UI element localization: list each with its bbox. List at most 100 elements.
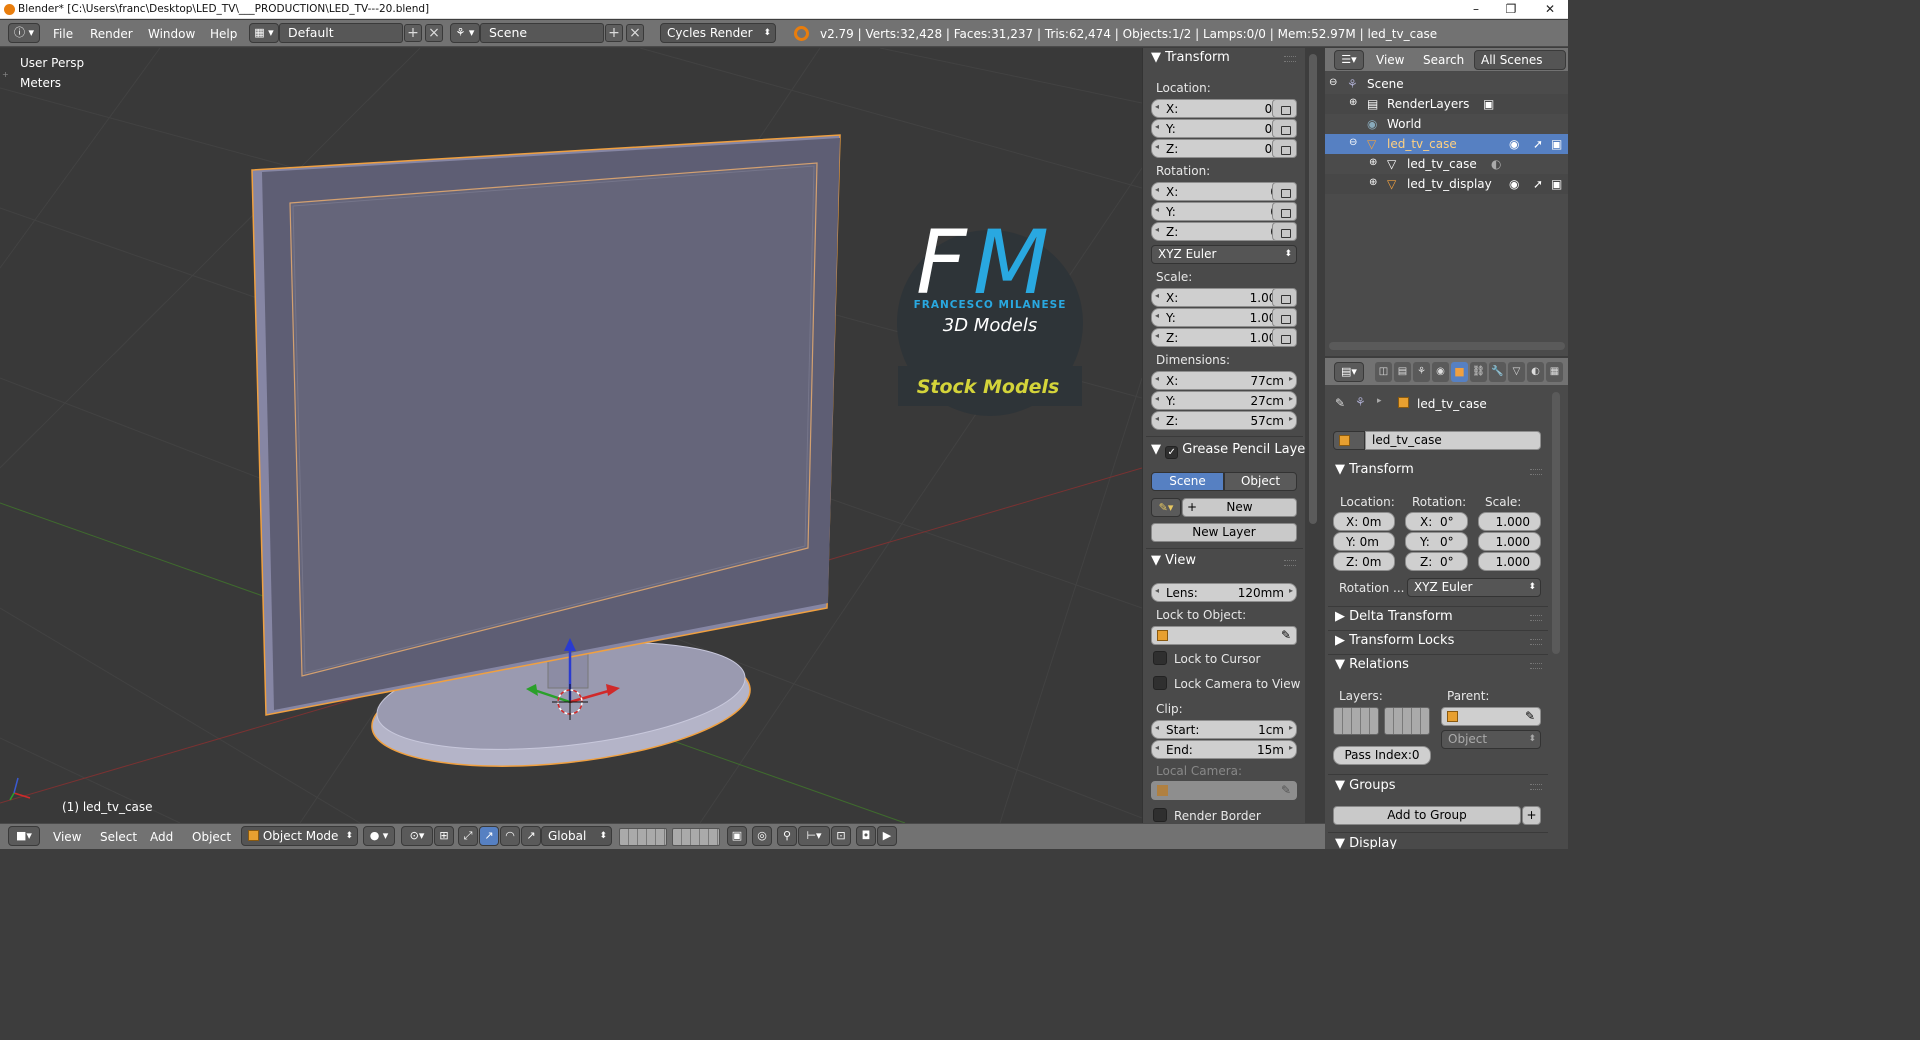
object-browse-button[interactable] <box>1333 431 1365 450</box>
expand-icon[interactable]: ⊕ <box>1349 97 1357 108</box>
outliner-search-menu[interactable]: Search <box>1423 53 1464 67</box>
outliner-view-menu[interactable]: View <box>1376 53 1404 67</box>
combined-manipulator-button[interactable]: ↗ <box>521 826 541 846</box>
menu-window[interactable]: Window <box>148 27 195 41</box>
outliner-horizontal-scrollbar[interactable] <box>1329 342 1565 350</box>
constraints-tab-icon[interactable]: ⛓ <box>1470 362 1487 382</box>
n-panel-scrollbar[interactable] <box>1306 48 1322 823</box>
relations-header[interactable]: ▼ Relations <box>1335 657 1409 672</box>
menu-file[interactable]: File <box>53 27 73 41</box>
props-scale-x[interactable]: 1.000 <box>1478 512 1541 531</box>
grease-object-tab[interactable]: Object <box>1224 472 1297 491</box>
collapse-icon[interactable]: ⊖ <box>1329 77 1337 88</box>
menu-help[interactable]: Help <box>210 27 237 41</box>
world-tab-icon[interactable]: ◉ <box>1432 362 1449 382</box>
clip-start-field[interactable]: ◂ Start: 1cm ▸ <box>1151 720 1297 739</box>
render-layer-toggle-icon[interactable]: ▣ <box>1483 97 1494 111</box>
outliner-row-led-tv-case-mesh[interactable]: ⊕ ▽ led_tv_case ◐ <box>1325 154 1568 174</box>
bottom-menu-object[interactable]: Object <box>192 830 231 844</box>
opengl-render-button[interactable]: ◘ <box>856 826 876 846</box>
render-engine-dropdown[interactable]: Cycles Render ⬍ <box>660 23 776 43</box>
object-tab-icon[interactable]: ■ <box>1451 362 1468 382</box>
panel-grip-icon[interactable] <box>1530 469 1542 475</box>
bottom-menu-view[interactable]: View <box>53 830 81 844</box>
grease-pencil-checkbox[interactable]: ✓ <box>1165 446 1179 459</box>
new-layer-button[interactable]: New Layer <box>1151 523 1297 542</box>
scene-layers-grid-a[interactable] <box>619 828 667 846</box>
data-tab-icon[interactable]: ▽ <box>1508 362 1525 382</box>
outliner-row-scene[interactable]: ⊖ ⚘ Scene <box>1325 74 1568 94</box>
screen-layout-field[interactable]: Default <box>279 23 403 43</box>
panel-grip-icon[interactable] <box>1530 615 1542 621</box>
props-rotation-mode-dropdown[interactable]: XYZ Euler ⬍ <box>1407 578 1541 597</box>
parent-field[interactable]: ✎ <box>1441 707 1541 726</box>
scene-field[interactable]: Scene <box>480 23 604 43</box>
lock-object-field[interactable]: ✎ <box>1151 626 1297 645</box>
remove-scene-button[interactable]: × <box>626 24 644 42</box>
props-rot-x[interactable]: X: 0° <box>1405 512 1468 531</box>
render-layers-tab-icon[interactable]: ▤ <box>1394 362 1411 382</box>
bottom-menu-add[interactable]: Add <box>150 830 173 844</box>
layers-grid-a[interactable] <box>1333 707 1379 735</box>
props-scale-z[interactable]: 1.000 <box>1478 552 1541 571</box>
lock-scale-z-icon[interactable] <box>1272 328 1297 347</box>
editor-type-info-button[interactable]: ⓘ ▾ <box>8 23 40 43</box>
grease-new-button[interactable]: + New <box>1182 498 1297 517</box>
toolshelf-toggle-icon[interactable]: + <box>2 70 10 80</box>
props-loc-z[interactable]: Z: 0m <box>1333 552 1395 571</box>
outliner-row-led-tv-display[interactable]: ⊕ ▽ led_tv_display ◉ ➚ ▣ <box>1325 174 1568 194</box>
outliner-row-led-tv-case[interactable]: ⊖ ▽ led_tv_case ◉ ➚ ▣ <box>1325 134 1568 154</box>
display-header[interactable]: ▼ Display <box>1335 836 1397 849</box>
expand-icon[interactable]: ⊕ <box>1369 157 1377 168</box>
lock-to-cursor-checkbox[interactable] <box>1153 651 1167 665</box>
viewport-shading-button[interactable]: ● ▾ <box>363 826 395 846</box>
lock-rotation-x-icon[interactable] <box>1272 182 1297 201</box>
props-rot-y[interactable]: Y: 0° <box>1405 532 1468 551</box>
visibility-eye-icon[interactable]: ◉ <box>1509 177 1519 191</box>
render-camera-icon[interactable]: ▣ <box>1551 137 1562 151</box>
eyedropper-icon[interactable]: ✎ <box>1281 628 1291 642</box>
pin-icon[interactable]: ✎ <box>1335 396 1345 410</box>
view-panel-header[interactable]: ▼ View <box>1151 553 1196 568</box>
render-border-checkbox[interactable] <box>1153 808 1167 822</box>
screen-layout-icon-button[interactable]: ▦ ▾ <box>249 23 279 43</box>
transform-locks-header[interactable]: ▶ Transform Locks <box>1335 633 1454 648</box>
panel-grip-icon[interactable] <box>1530 663 1542 669</box>
pivot-point-button[interactable]: ⊙▾ <box>401 826 433 846</box>
bottom-menu-select[interactable]: Select <box>100 830 137 844</box>
minimize-button[interactable]: – <box>1462 1 1490 17</box>
add-layout-button[interactable]: + <box>404 24 422 42</box>
remove-layout-button[interactable]: × <box>425 24 443 42</box>
object-name-field[interactable]: led_tv_case <box>1365 431 1541 450</box>
delta-transform-header[interactable]: ▶ Delta Transform <box>1335 609 1453 624</box>
collapse-icon[interactable]: ⊖ <box>1349 137 1357 148</box>
lock-rotation-z-icon[interactable] <box>1272 222 1297 241</box>
properties-editor-type-button[interactable]: ▤▾ <box>1334 362 1364 382</box>
pencil-icon[interactable]: ✎▾ <box>1151 498 1181 517</box>
snap-element-button[interactable]: ⊢▾ <box>798 826 830 846</box>
panel-grip-icon[interactable] <box>1284 560 1296 566</box>
lock-location-z-icon[interactable] <box>1272 139 1297 158</box>
groups-header[interactable]: ▼ Groups <box>1335 778 1396 793</box>
pass-index-field[interactable]: Pass Index:0 <box>1333 746 1431 765</box>
proportional-edit-button[interactable]: ◎ <box>752 826 772 846</box>
scene-icon-button[interactable]: ⚘ ▾ <box>450 23 480 43</box>
translate-manipulator-button[interactable]: ⤢ <box>458 826 478 846</box>
transform-panel-header[interactable]: ▼ Transform <box>1151 50 1230 65</box>
panel-grip-icon[interactable] <box>1530 784 1542 790</box>
scene-layers-grid-b[interactable] <box>672 828 720 846</box>
props-rot-z[interactable]: Z: 0° <box>1405 552 1468 571</box>
snap-toggle-button[interactable]: ⚲ <box>777 826 797 846</box>
add-group-plus-button[interactable]: + <box>1522 806 1541 825</box>
close-window-button[interactable]: ✕ <box>1536 1 1564 17</box>
eyedropper-icon[interactable]: ✎ <box>1525 709 1535 723</box>
panel-grip-icon[interactable] <box>1530 639 1542 645</box>
scene-tab-icon[interactable]: ⚘ <box>1413 362 1430 382</box>
layers-grid-b[interactable] <box>1384 707 1430 735</box>
outliner-row-world[interactable]: ◉ World <box>1325 114 1568 134</box>
selectable-arrow-icon[interactable]: ➚ <box>1533 177 1543 191</box>
manipulator-toggle-button[interactable]: ⊞ <box>434 826 454 846</box>
menu-render[interactable]: Render <box>90 27 133 41</box>
opengl-animation-button[interactable]: ▶ <box>877 826 897 846</box>
clip-end-field[interactable]: ◂ End: 15m ▸ <box>1151 740 1297 759</box>
